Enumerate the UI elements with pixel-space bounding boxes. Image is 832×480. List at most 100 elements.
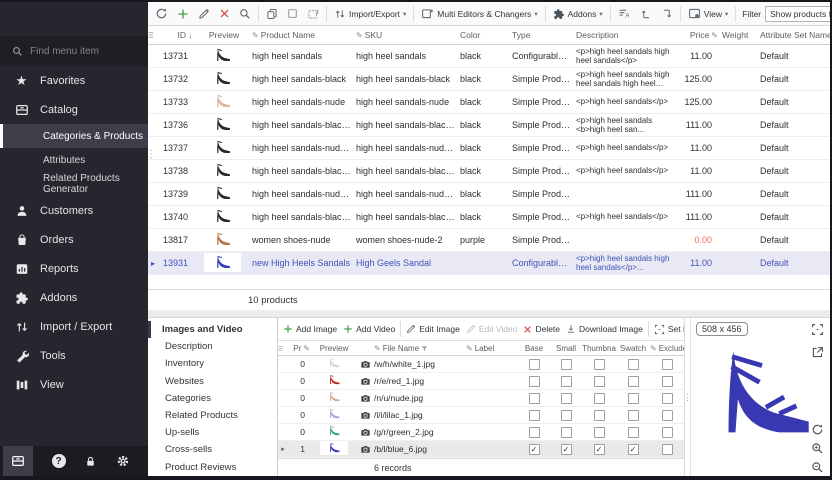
- base-checkbox[interactable]: [518, 410, 550, 421]
- exclude-checkbox[interactable]: [650, 427, 684, 438]
- import-export-menu[interactable]: Import/Export ▾: [330, 6, 410, 22]
- detail-tab[interactable]: Product Reviews: [148, 459, 277, 476]
- column-header-small[interactable]: Small: [550, 344, 582, 353]
- column-header-position[interactable]: Pr✎: [288, 344, 312, 353]
- detail-tab[interactable]: Websites: [148, 373, 277, 390]
- table-row[interactable]: 13740 high heel sandals-black-38 high he…: [148, 206, 830, 229]
- checkbox[interactable]: [594, 376, 605, 387]
- column-header-price[interactable]: Price✎: [676, 30, 722, 40]
- sidebar-item-catalog[interactable]: Catalog: [0, 95, 148, 124]
- detail-tab[interactable]: Images and Video: [148, 321, 277, 338]
- detail-tab[interactable]: Up-sells: [148, 424, 277, 441]
- category-filter-select[interactable]: Show products from selected categories ▾: [765, 6, 830, 22]
- checkbox[interactable]: [662, 427, 673, 438]
- checkbox[interactable]: [594, 359, 605, 370]
- store-manager-button[interactable]: [3, 446, 33, 476]
- image-row[interactable]: 0 /w/h/white_1.jpg: [278, 356, 684, 373]
- sidebar-item-tools[interactable]: Tools: [0, 341, 148, 370]
- checkbox[interactable]: [529, 376, 540, 387]
- sidebar-item-related-products-generator[interactable]: Related Products Generator: [0, 172, 148, 196]
- multi-editors-menu[interactable]: Multi Editors & Changers ▾: [417, 5, 541, 22]
- edit-product-button[interactable]: [194, 6, 214, 22]
- checkbox[interactable]: [662, 444, 673, 455]
- column-header-description[interactable]: Description: [576, 30, 676, 40]
- checkbox[interactable]: [628, 410, 639, 421]
- detail-tab[interactable]: Related Products: [148, 407, 277, 424]
- hamburger-menu-button[interactable]: [0, 2, 148, 36]
- base-checkbox[interactable]: [518, 427, 550, 438]
- column-header-weight[interactable]: Weight: [722, 30, 760, 40]
- small-checkbox[interactable]: [550, 444, 582, 455]
- base-checkbox[interactable]: [518, 359, 550, 370]
- checkbox[interactable]: [662, 393, 673, 404]
- exclude-checkbox[interactable]: [650, 393, 684, 404]
- checkbox[interactable]: [529, 410, 540, 421]
- checkbox[interactable]: [529, 359, 540, 370]
- column-header-base[interactable]: Base: [518, 344, 550, 353]
- search-button[interactable]: [235, 6, 255, 22]
- swatch-checkbox[interactable]: [616, 376, 650, 387]
- detail-tab[interactable]: Description: [148, 338, 277, 355]
- exclude-checkbox[interactable]: [650, 410, 684, 421]
- edit-image-button[interactable]: Edit Image: [403, 322, 463, 336]
- checkbox[interactable]: [561, 376, 572, 387]
- sidebar-item-categories-products[interactable]: Categories & Products: [0, 124, 148, 148]
- column-header-id[interactable]: ID↓: [158, 30, 196, 40]
- detail-tab[interactable]: Categories: [148, 390, 277, 407]
- collapse-tree-button[interactable]: [657, 6, 677, 22]
- table-row[interactable]: 13732 high heel sandals-black high heel …: [148, 68, 830, 91]
- checkbox[interactable]: [628, 376, 639, 387]
- paste-special-button[interactable]: [303, 6, 323, 22]
- thumbnail-checkbox[interactable]: [582, 410, 616, 421]
- exclude-checkbox[interactable]: [650, 359, 684, 370]
- column-header-attribute-set[interactable]: Attribute Set Name: [760, 30, 832, 40]
- small-checkbox[interactable]: [550, 427, 582, 438]
- sidebar-item-reports[interactable]: Reports: [0, 254, 148, 283]
- image-row[interactable]: 0 /n/u/nude.jpg: [278, 390, 684, 407]
- table-row[interactable]: 13736 high heel sandals-black-36 high he…: [148, 114, 830, 137]
- sidebar-item-customers[interactable]: Customers: [0, 196, 148, 225]
- column-header-exclude[interactable]: ✎Exclude: [650, 344, 684, 353]
- base-checkbox[interactable]: [518, 393, 550, 404]
- small-checkbox[interactable]: [550, 410, 582, 421]
- open-external-icon[interactable]: [811, 346, 824, 359]
- exclude-checkbox[interactable]: [650, 376, 684, 387]
- menu-search-input[interactable]: [30, 46, 136, 57]
- table-row[interactable]: 13733 high heel sandals-nude high heel s…: [148, 91, 830, 114]
- image-row[interactable]: ▸ 1 /b/l/blue_6.jpg: [278, 441, 684, 458]
- thumbnail-checkbox[interactable]: [582, 359, 616, 370]
- small-checkbox[interactable]: [550, 359, 582, 370]
- checkbox[interactable]: [594, 427, 605, 438]
- checkbox[interactable]: [662, 410, 673, 421]
- add-product-button[interactable]: [173, 6, 193, 22]
- table-row[interactable]: 13817 women shoes-nude women shoes-nude-…: [148, 229, 830, 252]
- addons-menu[interactable]: Addons ▾: [549, 6, 607, 22]
- checkbox[interactable]: [594, 444, 605, 455]
- zoom-out-icon[interactable]: [811, 461, 824, 474]
- delete-product-button[interactable]: [215, 6, 234, 21]
- column-header-preview[interactable]: Preview: [196, 30, 252, 40]
- checkbox[interactable]: [529, 393, 540, 404]
- horizontal-splitter[interactable]: [148, 310, 830, 318]
- small-checkbox[interactable]: [550, 376, 582, 387]
- table-row[interactable]: 13738 high heel sandals-black-37 high he…: [148, 160, 830, 183]
- sidebar-item-attributes[interactable]: Attributes: [0, 148, 148, 172]
- panel-splitter-handle[interactable]: ⋮: [146, 151, 156, 159]
- column-header-product-name[interactable]: ✎Product Name: [252, 30, 356, 40]
- checkbox[interactable]: [628, 359, 639, 370]
- sidebar-item-favorites[interactable]: ★ Favorites: [0, 66, 148, 95]
- thumbnail-checkbox[interactable]: [582, 376, 616, 387]
- checkbox[interactable]: [594, 410, 605, 421]
- checkbox[interactable]: [628, 427, 639, 438]
- gear-icon[interactable]: [116, 454, 130, 468]
- checkbox[interactable]: [561, 444, 572, 455]
- column-header-sku[interactable]: ✎SKU: [356, 30, 460, 40]
- rotate-icon[interactable]: [811, 423, 824, 436]
- checkbox-toggle-button[interactable]: [283, 6, 302, 21]
- refresh-button[interactable]: [151, 5, 172, 22]
- sidebar-item-import-export[interactable]: Import / Export: [0, 312, 148, 341]
- column-header-type[interactable]: Type: [512, 30, 576, 40]
- small-checkbox[interactable]: [550, 393, 582, 404]
- add-image-button[interactable]: Add Image: [280, 322, 340, 336]
- table-row[interactable]: 13737 high heel sandals-nude-36 high hee…: [148, 137, 830, 160]
